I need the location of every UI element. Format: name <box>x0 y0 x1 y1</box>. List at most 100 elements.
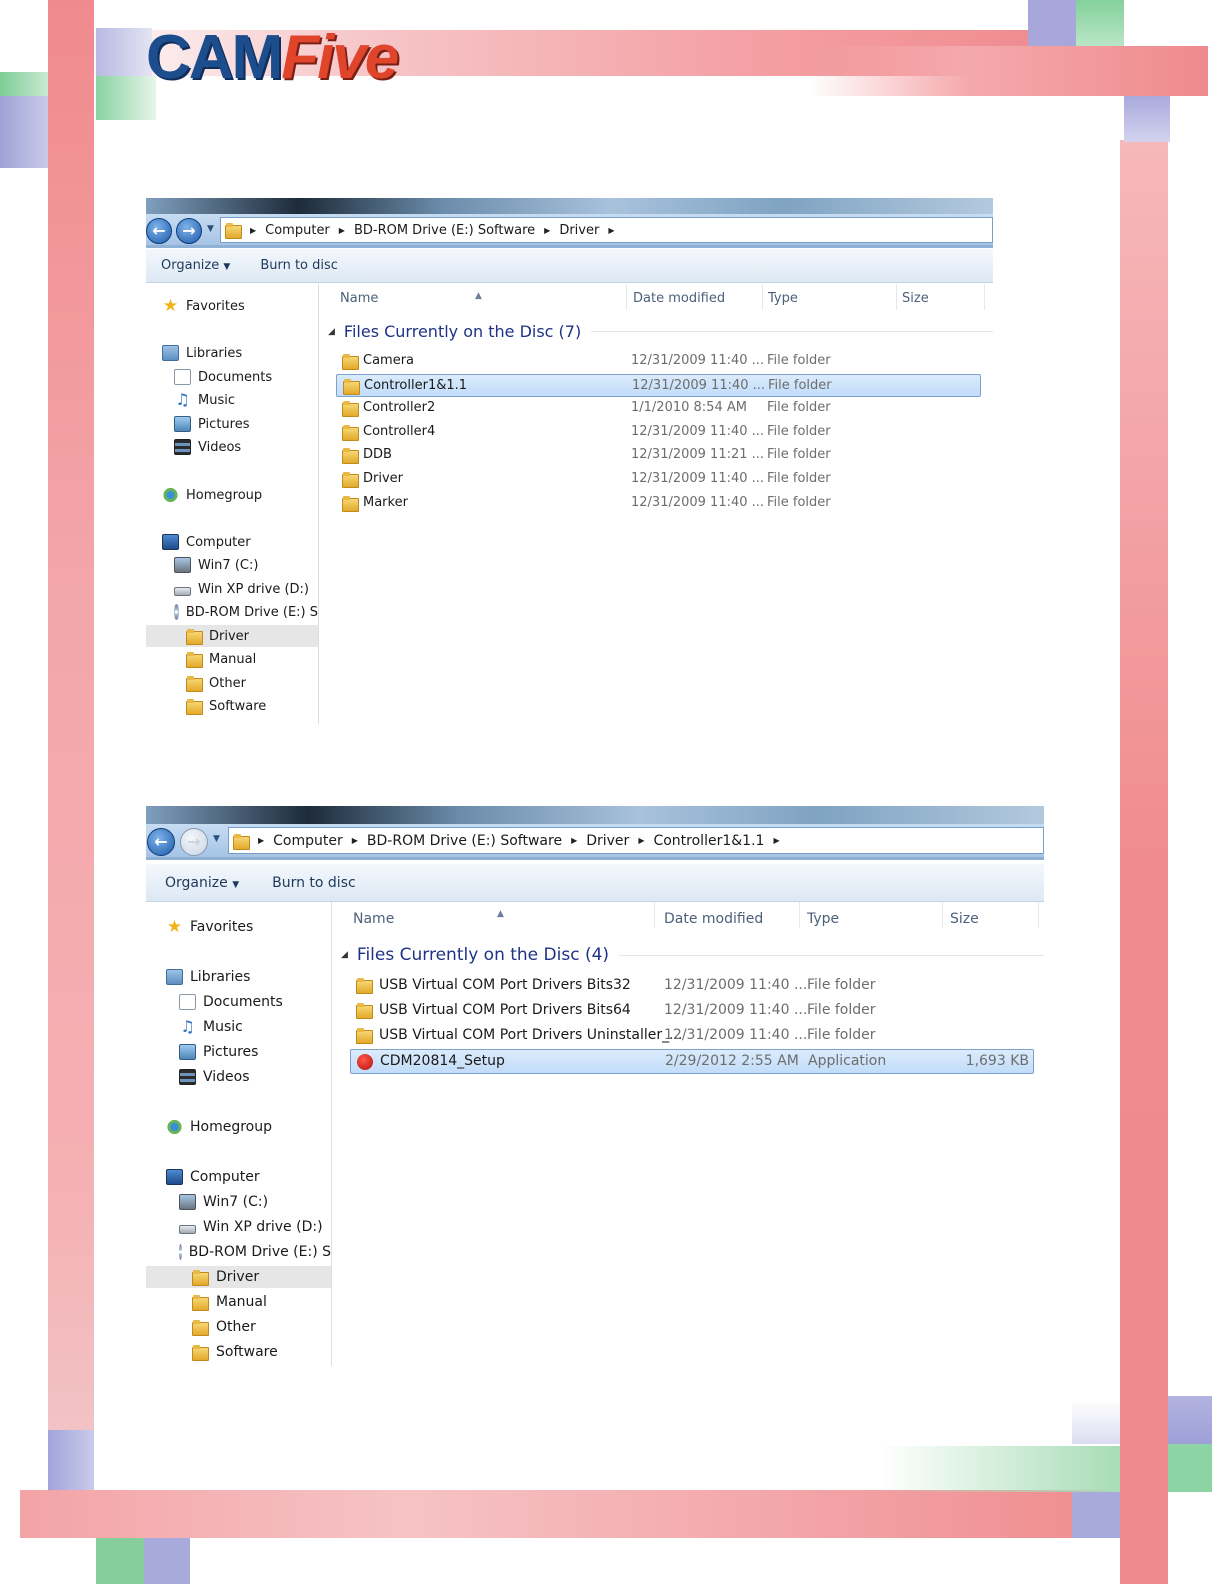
file-type: File folder <box>768 377 832 393</box>
column-divider[interactable] <box>626 284 627 310</box>
nav-bd-rom-drive[interactable]: BD-ROM Drive (E:) S <box>146 601 318 623</box>
breadcrumb-computer[interactable]: Computer <box>265 223 330 238</box>
forward-button[interactable]: → <box>176 218 202 244</box>
nav-driver[interactable]: Driver <box>146 1266 331 1288</box>
breadcrumb-bd-rom[interactable]: BD-ROM Drive (E:) Software <box>354 223 535 238</box>
column-divider[interactable] <box>896 284 897 310</box>
file-size: 1,693 KB <box>965 1053 1029 1069</box>
nav-favorites[interactable]: ★ Favorites <box>146 295 318 317</box>
file-row[interactable]: CDM20814_Setup 2/29/2012 2:55 AM Applicati… <box>350 1049 1034 1074</box>
nav-manual[interactable]: Manual <box>146 1291 331 1313</box>
group-header[interactable]: ◢ Files Currently on the Disc (4) <box>341 945 1044 965</box>
nav-computer[interactable]: Computer <box>146 1166 331 1188</box>
column-type[interactable]: Type <box>807 911 839 927</box>
file-row[interactable]: Controller1&1.1 12/31/2009 11:40 ... File … <box>336 373 981 397</box>
back-button[interactable]: ← <box>146 218 172 244</box>
nav-driver[interactable]: Driver <box>146 625 318 647</box>
chevron-right-icon[interactable]: ▶ <box>773 836 779 845</box>
folder-icon <box>356 978 373 994</box>
nav-videos[interactable]: Videos <box>146 436 318 458</box>
breadcrumb[interactable]: ▶ Computer ▶ BD-ROM Drive (E:) Software … <box>220 217 993 243</box>
column-size[interactable]: Size <box>950 911 979 927</box>
burn-to-disc-button[interactable]: Burn to disc <box>272 875 356 891</box>
chevron-right-icon[interactable]: ▶ <box>339 226 345 235</box>
nav-libraries[interactable]: Libraries <box>146 342 318 364</box>
column-divider[interactable] <box>984 284 985 310</box>
nav-winxp-drive[interactable]: Win XP drive (D:) <box>146 1216 331 1238</box>
column-date-modified[interactable]: Date modified <box>664 911 763 927</box>
chevron-down-icon: ▼ <box>223 262 231 272</box>
burn-to-disc-button[interactable]: Burn to disc <box>260 258 338 273</box>
breadcrumb-controller[interactable]: Controller1&1.1 <box>653 833 764 849</box>
file-row[interactable]: USB Virtual COM Port Drivers Uninstaller… <box>350 1024 1034 1049</box>
file-row[interactable]: Marker 12/31/2009 11:40 ... File folder <box>336 492 981 515</box>
file-row[interactable]: Camera 12/31/2009 11:40 ... File folder <box>336 350 981 373</box>
collapse-triangle-icon[interactable]: ◢ <box>341 950 348 960</box>
file-name: CDM20814_Setup <box>380 1053 505 1069</box>
nav-music[interactable]: ♫ Music <box>146 389 318 411</box>
nav-label: Documents <box>198 369 273 385</box>
nav-pictures[interactable]: Pictures <box>146 413 318 435</box>
nav-label: Libraries <box>186 345 243 361</box>
chevron-right-icon[interactable]: ▶ <box>571 836 577 845</box>
nav-label: Pictures <box>203 1044 259 1060</box>
file-row[interactable]: Controller2 1/1/2010 8:54 AM File folder <box>336 397 981 420</box>
organize-button[interactable]: Organize ▼ <box>165 875 239 891</box>
navigation-pane: ★ Favorites Libraries Documents ♫ Music Pi… <box>146 902 332 1366</box>
file-row[interactable]: Driver 12/31/2009 11:40 ... File folder <box>336 468 981 491</box>
chevron-right-icon[interactable]: ▶ <box>250 226 256 235</box>
organize-button[interactable]: Organize ▼ <box>161 258 230 273</box>
nav-videos[interactable]: Videos <box>146 1066 331 1088</box>
column-name[interactable]: Name <box>353 911 394 927</box>
column-divider[interactable] <box>1038 902 1039 928</box>
nav-computer[interactable]: Computer <box>146 531 318 553</box>
nav-bd-rom-drive[interactable]: BD-ROM Drive (E:) S <box>146 1241 331 1263</box>
nav-winxp-drive[interactable]: Win XP drive (D:) <box>146 578 318 600</box>
chevron-right-icon[interactable]: ▶ <box>258 836 264 845</box>
breadcrumb-driver[interactable]: Driver <box>559 223 599 238</box>
nav-documents[interactable]: Documents <box>146 991 331 1013</box>
collapse-triangle-icon[interactable]: ◢ <box>328 327 335 337</box>
column-type[interactable]: Type <box>768 291 798 306</box>
nav-software[interactable]: Software <box>146 1341 331 1363</box>
history-dropdown-icon[interactable]: ▼ <box>207 224 219 236</box>
column-divider[interactable] <box>762 284 763 310</box>
forward-button[interactable]: → <box>180 828 208 856</box>
column-divider[interactable] <box>942 902 943 928</box>
nav-homegroup[interactable]: Homegroup <box>146 484 318 506</box>
column-divider[interactable] <box>799 902 800 928</box>
file-row[interactable]: Controller4 12/31/2009 11:40 ... File fold… <box>336 421 981 444</box>
back-button[interactable]: ← <box>147 828 175 856</box>
group-header[interactable]: ◢ Files Currently on the Disc (7) <box>328 322 993 341</box>
nav-win7-drive[interactable]: Win7 (C:) <box>146 1191 331 1213</box>
chevron-right-icon[interactable]: ▶ <box>638 836 644 845</box>
nav-homegroup[interactable]: Homegroup <box>146 1116 331 1138</box>
file-row[interactable]: DDB 12/31/2009 11:21 ... File folder <box>336 444 981 467</box>
breadcrumb-driver[interactable]: Driver <box>586 833 629 849</box>
breadcrumb[interactable]: ▶ Computer ▶ BD-ROM Drive (E:) Software … <box>228 827 1044 854</box>
nav-win7-drive[interactable]: Win7 (C:) <box>146 554 318 576</box>
column-date-modified[interactable]: Date modified <box>633 291 725 306</box>
chevron-right-icon[interactable]: ▶ <box>608 226 614 235</box>
chevron-right-icon[interactable]: ▶ <box>544 226 550 235</box>
nav-other[interactable]: Other <box>146 1316 331 1338</box>
nav-documents[interactable]: Documents <box>146 366 318 388</box>
nav-manual[interactable]: Manual <box>146 648 318 670</box>
nav-other[interactable]: Other <box>146 672 318 694</box>
bottom-decor-band <box>20 1490 1120 1538</box>
chevron-right-icon[interactable]: ▶ <box>352 836 358 845</box>
nav-favorites[interactable]: ★ Favorites <box>146 916 331 938</box>
folder-icon <box>343 378 360 395</box>
column-divider[interactable] <box>654 902 655 928</box>
nav-libraries[interactable]: Libraries <box>146 966 331 988</box>
breadcrumb-bd-rom[interactable]: BD-ROM Drive (E:) Software <box>367 833 562 849</box>
history-dropdown-icon[interactable]: ▼ <box>213 834 225 846</box>
nav-pictures[interactable]: Pictures <box>146 1041 331 1063</box>
column-size[interactable]: Size <box>902 291 929 306</box>
nav-music[interactable]: ♫ Music <box>146 1016 331 1038</box>
nav-software[interactable]: Software <box>146 695 318 717</box>
column-name[interactable]: Name <box>340 291 378 306</box>
file-row[interactable]: USB Virtual COM Port Drivers Bits64 12/31… <box>350 999 1034 1024</box>
file-row[interactable]: USB Virtual COM Port Drivers Bits32 12/31… <box>350 974 1034 999</box>
breadcrumb-computer[interactable]: Computer <box>273 833 343 849</box>
